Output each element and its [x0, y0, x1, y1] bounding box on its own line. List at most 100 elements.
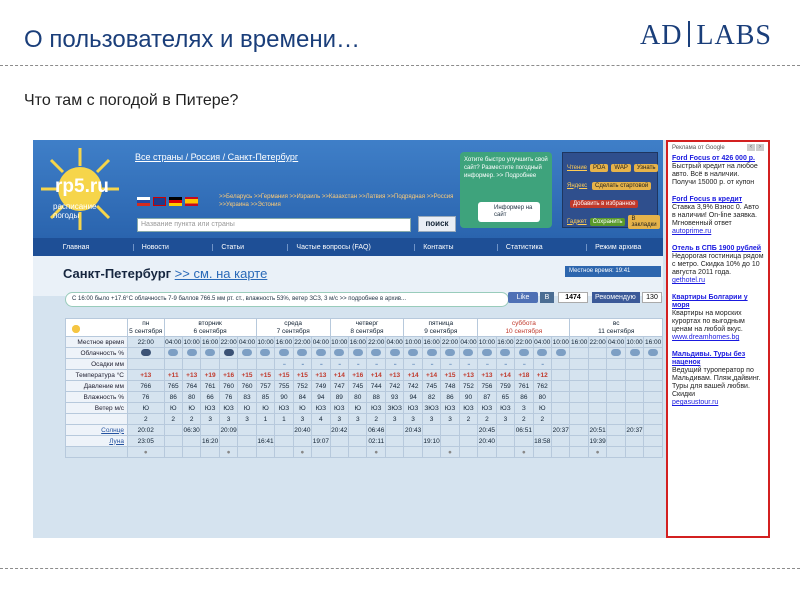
- ad-url[interactable]: www.dreamhomes.bg: [672, 334, 764, 342]
- ext-link-gadget[interactable]: Гаджет: [567, 219, 587, 225]
- forecast-row: Температура °C +13 +11 +13 +19 +16 +15 +15 +15 +1…: [65, 369, 663, 381]
- precip-cell: [255, 358, 276, 370]
- nav-faq[interactable]: Частые вопросы (FAQ): [287, 243, 371, 251]
- wind-speed-cell: 2: [181, 413, 202, 425]
- flag-es-icon[interactable]: [185, 197, 198, 206]
- day-name: вс: [612, 319, 620, 327]
- temp-cell: [643, 369, 663, 381]
- nav-archive[interactable]: Режим архива: [586, 243, 641, 251]
- sun-cell: 20:42: [329, 424, 350, 436]
- precip-cell: [624, 358, 645, 370]
- row-label: Давление мм: [65, 380, 128, 392]
- fb-recommend-button[interactable]: Рекомендую: [592, 292, 640, 303]
- nav-news[interactable]: Новости: [132, 243, 169, 251]
- nav-articles[interactable]: Статьи: [212, 243, 244, 251]
- vk-icon[interactable]: В: [540, 292, 554, 303]
- moon-phase-cell: ●: [292, 446, 313, 458]
- region-links[interactable]: >>Беларусь >>Германия >>Израиль >>Казахс…: [219, 193, 455, 209]
- ext-link-yandex[interactable]: Яндекс: [567, 183, 589, 189]
- flag-en-icon[interactable]: [153, 197, 166, 206]
- ad-item[interactable]: Мальдивы. Туры без наценок Ведущий туропе…: [672, 351, 764, 407]
- ad-url[interactable]: gethotel.ru: [672, 277, 764, 285]
- nav-stats[interactable]: Статистика: [496, 243, 543, 251]
- ad-title[interactable]: Отель в СПБ 1900 рублей: [672, 245, 764, 253]
- search-input[interactable]: Название пункта или страны: [137, 218, 411, 232]
- time-cell: 16:00: [421, 336, 442, 348]
- forecast-row: Осадки мм ∙∙∙ ∙∙∙ ∙∙∙ ∙∙∙ ∙∙∙ ∙∙∙ ∙∙∙ ∙∙∙ ∙∙∙ ∙∙∙ ∙…: [65, 358, 663, 370]
- flag-ru-icon[interactable]: [137, 197, 150, 206]
- time-cell: 22:00: [218, 336, 239, 348]
- moon-cell: [514, 435, 534, 447]
- cloud-cell: [71, 324, 608, 359]
- humidity-cell: 94: [403, 391, 423, 403]
- time-cell: 04:00: [311, 336, 331, 348]
- like-button[interactable]: Like: [508, 292, 538, 303]
- current-weather[interactable]: С 16:00 было +17.6°C облачность 7-9 балл…: [65, 292, 509, 307]
- cloud-cell: [440, 347, 460, 359]
- day-date: 11 сентября: [598, 327, 635, 335]
- rain-icon: ∙∙∙: [338, 360, 342, 368]
- moon-phase-cell: [606, 446, 626, 458]
- chip-pda[interactable]: PDA: [590, 163, 609, 172]
- ads-prev-icon[interactable]: ‹: [747, 144, 755, 151]
- precip-cell: [181, 358, 202, 370]
- cloud-cell: [495, 347, 516, 359]
- ad-title[interactable]: Ford Focus от 426 000 р.: [672, 155, 764, 163]
- ad-text: Ставка 3,9% Взнос 0. Авто в наличии! On-…: [672, 204, 759, 227]
- moon-phase-cell: [311, 446, 331, 458]
- sun-cell: 20:43: [403, 424, 423, 436]
- ad-title[interactable]: Мальдивы. Туры без наценок: [672, 351, 764, 367]
- time-cell: 10:00: [624, 336, 645, 348]
- wind-speed-cell: 4: [311, 413, 331, 425]
- flag-de-icon[interactable]: [169, 197, 182, 206]
- site-logo-text[interactable]: rp5.ru: [55, 176, 109, 198]
- extensions-panel: Чтение PDA WAP Узнать Яндекс Сделать стартов…: [562, 152, 660, 229]
- sun-cell: [606, 424, 626, 436]
- wind-speed-cell: 2: [514, 413, 534, 425]
- ads-next-icon[interactable]: ›: [756, 144, 764, 151]
- wind-speed-cell: [606, 413, 626, 425]
- chip-wap[interactable]: WAP: [611, 163, 631, 172]
- ad-title[interactable]: Квартиры Болгарии у моря: [672, 294, 764, 310]
- time-cell: 04:00: [163, 336, 183, 348]
- sun-cell: [458, 424, 479, 436]
- nav-contacts[interactable]: Контакты: [414, 243, 453, 251]
- ad-url[interactable]: autoprime.ru: [672, 228, 764, 236]
- ad-title[interactable]: Ford Focus в кредит: [672, 196, 764, 204]
- moon-cell: [440, 435, 460, 447]
- ad-item[interactable]: Ford Focus от 426 000 р. Быстрый кредит н…: [672, 155, 764, 187]
- ext-link-read[interactable]: Чтение: [567, 165, 587, 171]
- chip-favorite[interactable]: Добавить в избранное: [570, 199, 639, 208]
- breadcrumb[interactable]: Все страны / Россия / Санкт-Петербург: [135, 152, 298, 162]
- chip-save[interactable]: Сохранить: [589, 217, 626, 226]
- ad-item[interactable]: Отель в СПБ 1900 рублей Недорогая гостини…: [672, 245, 764, 285]
- chip-start[interactable]: Сделать стартовой: [592, 181, 652, 190]
- cloud-icon: [629, 348, 640, 356]
- cloud-cell: [366, 347, 386, 359]
- ad-url[interactable]: pegasustour.ru: [672, 399, 764, 407]
- humidity-cell: [569, 391, 589, 403]
- chip-bookmark[interactable]: В закладки: [628, 214, 660, 229]
- moon-cell: [274, 435, 294, 447]
- wind-dir-cell: Ю: [237, 402, 257, 414]
- map-link[interactable]: >> см. на карте: [175, 266, 268, 281]
- moon-phase-cell: ●: [440, 446, 460, 458]
- moon-phase-cell: [200, 446, 220, 458]
- time-cell: 10:00: [181, 336, 202, 348]
- ad-item[interactable]: Ford Focus в кредит Ставка 3,9% Взнос 0. …: [672, 196, 764, 236]
- ad-item[interactable]: Квартиры Болгарии у моря Квартиры на морс…: [672, 294, 764, 342]
- informer-promo[interactable]: Хотите быстро улучшить свой сайт? Размес…: [460, 152, 552, 228]
- nav-home[interactable]: Главная: [55, 244, 90, 251]
- temp-cell: +18: [514, 369, 534, 381]
- sun-cell: 20:51: [587, 424, 608, 436]
- search-button[interactable]: поиск: [418, 216, 456, 232]
- rain-icon: ∙∙∙: [356, 360, 361, 368]
- wind-dir-cell: З: [514, 402, 534, 414]
- cloud-icon: [71, 324, 80, 333]
- wind-speed-cell: 2: [163, 413, 183, 425]
- informer-widget[interactable]: Информер на сайт: [478, 202, 540, 222]
- time-cell: 22:00: [366, 336, 386, 348]
- chip-learn[interactable]: Узнать: [633, 163, 659, 172]
- moon-cell: [181, 435, 202, 447]
- temp-cell: +13: [384, 369, 405, 381]
